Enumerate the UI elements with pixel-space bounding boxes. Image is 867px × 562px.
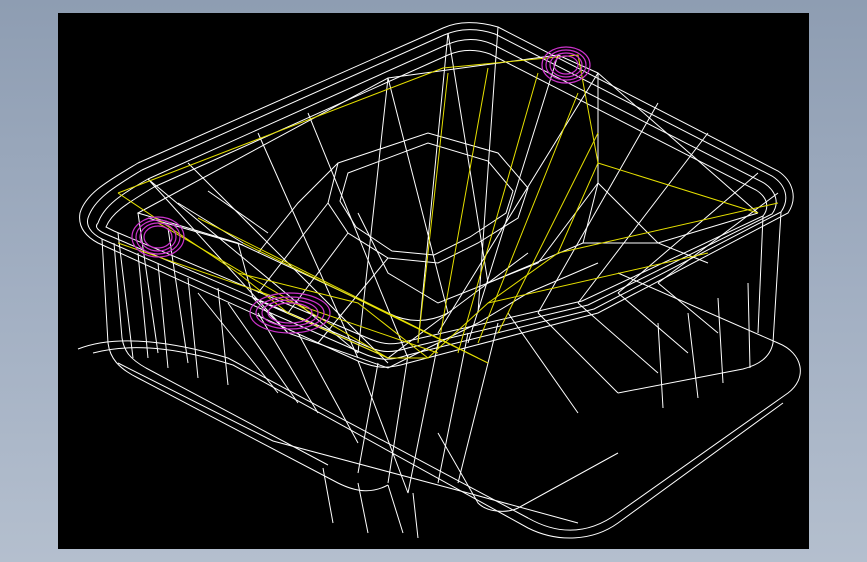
base-outline <box>77 272 801 539</box>
hole-feature-left[interactable] <box>131 216 185 258</box>
inner-cavity <box>136 54 759 369</box>
hole-feature-right[interactable] <box>541 46 591 84</box>
cad-viewport[interactable] <box>58 13 809 549</box>
outer-rim <box>79 22 794 368</box>
wireframe-tray-model[interactable] <box>58 13 809 549</box>
